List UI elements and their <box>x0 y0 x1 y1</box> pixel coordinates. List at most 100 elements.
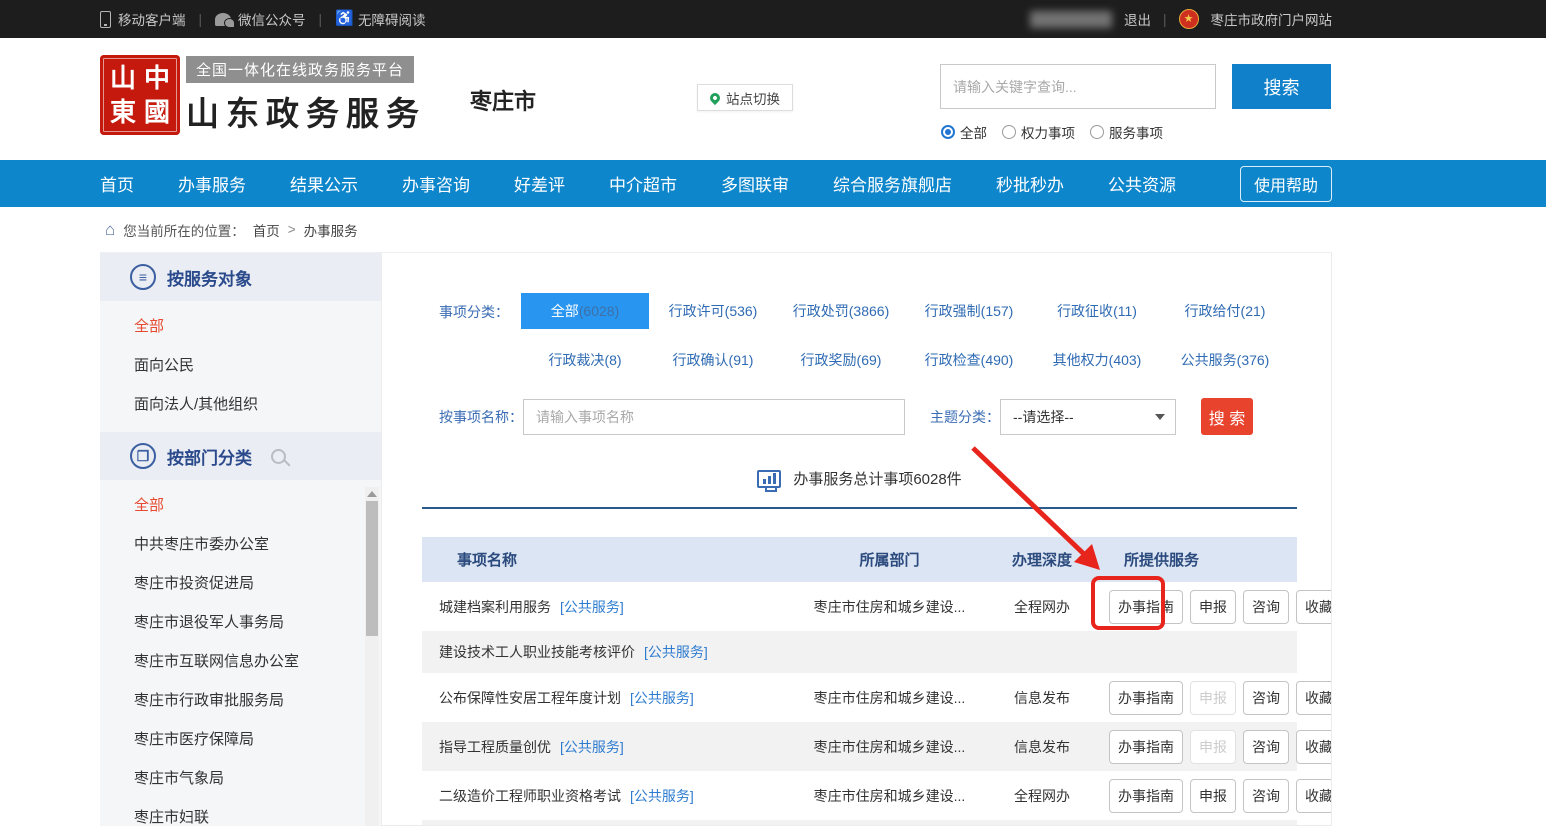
favorite-button[interactable]: 收藏 <box>1296 590 1332 624</box>
topbar-separator: | <box>319 12 323 27</box>
accessibility-icon: ♿ <box>335 11 351 27</box>
sidebar-item-citizens[interactable]: 面向公民 <box>100 346 381 385</box>
topic-select[interactable]: --请选择-- <box>1000 399 1176 435</box>
guide-button[interactable]: 办事指南 <box>1109 779 1183 813</box>
help-button[interactable]: 使用帮助 <box>1240 166 1332 202</box>
sidebar-dept-item[interactable]: 枣庄市投资促进局 <box>100 564 381 603</box>
seal-char: 中 <box>140 61 174 95</box>
seal-char: 山 <box>106 61 140 95</box>
wechat-label: 微信公众号 <box>238 9 306 29</box>
section-title: 按部门分类 <box>167 444 252 469</box>
topbar-separator: | <box>199 12 203 27</box>
guide-button[interactable]: 办事指南 <box>1109 730 1183 764</box>
favorite-button[interactable]: 收藏 <box>1296 681 1332 715</box>
radio-icon <box>1090 125 1104 139</box>
apply-button[interactable]: 申报 <box>1190 590 1236 624</box>
scrollbar-up-arrow[interactable] <box>367 491 377 497</box>
favorite-button[interactable]: 收藏 <box>1296 779 1332 813</box>
sidebar-dept-item[interactable]: 枣庄市退役军人事务局 <box>100 603 381 642</box>
nav-item-multi-review[interactable]: 多图联审 <box>721 171 789 196</box>
nav-item-home[interactable]: 首页 <box>100 171 134 196</box>
mobile-client-link[interactable]: 移动客户端 <box>100 9 186 29</box>
section-title: 按服务对象 <box>167 265 252 290</box>
breadcrumb-home[interactable]: 首页 <box>253 220 280 240</box>
radio-all[interactable]: 全部 <box>941 122 987 142</box>
item-tag: [公共服务] <box>560 599 624 615</box>
radio-power-label: 权力事项 <box>1021 122 1075 142</box>
sidebar-dept-item[interactable]: 枣庄市行政审批服务局 <box>100 681 381 720</box>
nav-item-instant[interactable]: 秒批秒办 <box>996 171 1064 196</box>
nav-item-results[interactable]: 结果公示 <box>290 171 358 196</box>
filter-tab-inspection[interactable]: 行政检查(490) <box>905 342 1033 378</box>
radio-power-items[interactable]: 权力事项 <box>1002 122 1075 142</box>
keyword-search-input[interactable] <box>940 64 1216 109</box>
nav-item-rating[interactable]: 好差评 <box>514 171 565 196</box>
guide-button[interactable]: 办事指南 <box>1109 590 1183 624</box>
nav-item-flagship[interactable]: 综合服务旗舰店 <box>833 171 952 196</box>
nav-item-services[interactable]: 办事服务 <box>178 171 246 196</box>
shandong-seal-logo: 山 中 東 國 <box>100 55 180 135</box>
item-name-link[interactable]: 二级造价工程师职业资格考试 <box>439 788 621 804</box>
item-name-link[interactable]: 城建档案利用服务 <box>439 599 551 615</box>
filter-tab-penalty[interactable]: 行政处罚(3866) <box>777 293 905 329</box>
item-depth: 信息发布 <box>982 688 1102 708</box>
table-header: 事项名称 所属部门 办理深度 所提供服务 <box>422 537 1297 582</box>
site-header: 山 中 東 國 全国一体化在线政务服务平台 山东政务服务 枣庄市 站点切换 搜索… <box>0 38 1546 160</box>
filter-tab-other-power[interactable]: 其他权力(403) <box>1033 342 1161 378</box>
wechat-link[interactable]: 微信公众号 <box>215 9 306 29</box>
item-name-label: 按事项名称： <box>439 407 523 427</box>
home-icon: ⌂ <box>105 221 115 238</box>
item-dept: 枣庄市住房和城乡建设... <box>797 786 982 806</box>
col-services: 所提供服务 <box>1102 549 1297 570</box>
guide-button[interactable]: 办事指南 <box>1109 681 1183 715</box>
item-name-link[interactable]: 指导工程质量创优 <box>439 739 551 755</box>
consult-button[interactable]: 咨询 <box>1243 779 1289 813</box>
item-name-link[interactable]: 公布保障性安居工程年度计划 <box>439 690 621 706</box>
filter-tab-public-service[interactable]: 公共服务(376) <box>1161 342 1289 378</box>
accessibility-link[interactable]: ♿ 无障碍阅读 <box>335 9 426 29</box>
scrollbar-thumb[interactable] <box>366 501 378 636</box>
gov-portal-link[interactable]: 枣庄市政府门户网站 <box>1211 9 1333 29</box>
favorite-button[interactable]: 收藏 <box>1296 730 1332 764</box>
consult-button[interactable]: 咨询 <box>1243 730 1289 764</box>
nav-item-public-resources[interactable]: 公共资源 <box>1108 171 1176 196</box>
item-depth: 全程网办 <box>982 597 1102 617</box>
filter-tab-payment[interactable]: 行政给付(21) <box>1161 293 1289 329</box>
city-name: 枣庄市 <box>470 84 536 116</box>
sidebar-dept-item[interactable]: 中共枣庄市委办公室 <box>100 525 381 564</box>
apply-button[interactable]: 申报 <box>1190 779 1236 813</box>
filter-tab-license[interactable]: 行政许可(536) <box>649 293 777 329</box>
logout-link[interactable]: 退出 <box>1124 9 1151 29</box>
filter-tab-reward[interactable]: 行政奖励(69) <box>777 342 905 378</box>
item-name-link[interactable]: 建设技术工人职业技能考核评价 <box>439 644 635 660</box>
breadcrumb-separator: > <box>288 222 296 237</box>
services-table: 事项名称 所属部门 办理深度 所提供服务 城建档案利用服务 [公共服务] 枣庄市住… <box>422 537 1297 826</box>
consult-button[interactable]: 咨询 <box>1243 681 1289 715</box>
filter-tab-ruling[interactable]: 行政裁决(8) <box>521 342 649 378</box>
consult-button[interactable]: 咨询 <box>1243 590 1289 624</box>
filter-tab-levy[interactable]: 行政征收(11) <box>1033 293 1161 329</box>
sidebar-item-legal-persons[interactable]: 面向法人/其他组织 <box>100 385 381 424</box>
sidebar-dept-all[interactable]: 全部 <box>100 486 381 525</box>
item-tag: [公共服务] <box>630 788 694 804</box>
filter-tab-confirmation[interactable]: 行政确认(91) <box>649 342 777 378</box>
nav-item-consult[interactable]: 办事咨询 <box>402 171 470 196</box>
item-name-input[interactable] <box>523 399 905 435</box>
breadcrumb-current[interactable]: 办事服务 <box>304 220 358 240</box>
sidebar-item-all-targets[interactable]: 全部 <box>100 307 381 346</box>
radio-service-items[interactable]: 服务事项 <box>1090 122 1163 142</box>
site-switch-button[interactable]: 站点切换 <box>697 84 793 111</box>
sidebar-dept-item[interactable]: 枣庄市互联网信息办公室 <box>100 642 381 681</box>
item-search-button[interactable]: 搜 索 <box>1201 398 1253 435</box>
header-search-button[interactable]: 搜索 <box>1232 64 1331 109</box>
sidebar-dept-item[interactable]: 枣庄市气象局 <box>100 759 381 798</box>
filter-tab-all[interactable]: 全部(6028) <box>521 293 649 329</box>
username-redacted <box>1030 11 1112 28</box>
sidebar-dept-item[interactable]: 枣庄市妇联 <box>100 798 381 826</box>
sidebar-scrollbar[interactable] <box>365 487 379 826</box>
nav-item-intermediary[interactable]: 中介超市 <box>609 171 677 196</box>
site-switch-label: 站点切换 <box>726 88 780 108</box>
search-icon[interactable] <box>271 449 286 464</box>
filter-tab-coercion[interactable]: 行政强制(157) <box>905 293 1033 329</box>
sidebar-dept-item[interactable]: 枣庄市医疗保障局 <box>100 720 381 759</box>
